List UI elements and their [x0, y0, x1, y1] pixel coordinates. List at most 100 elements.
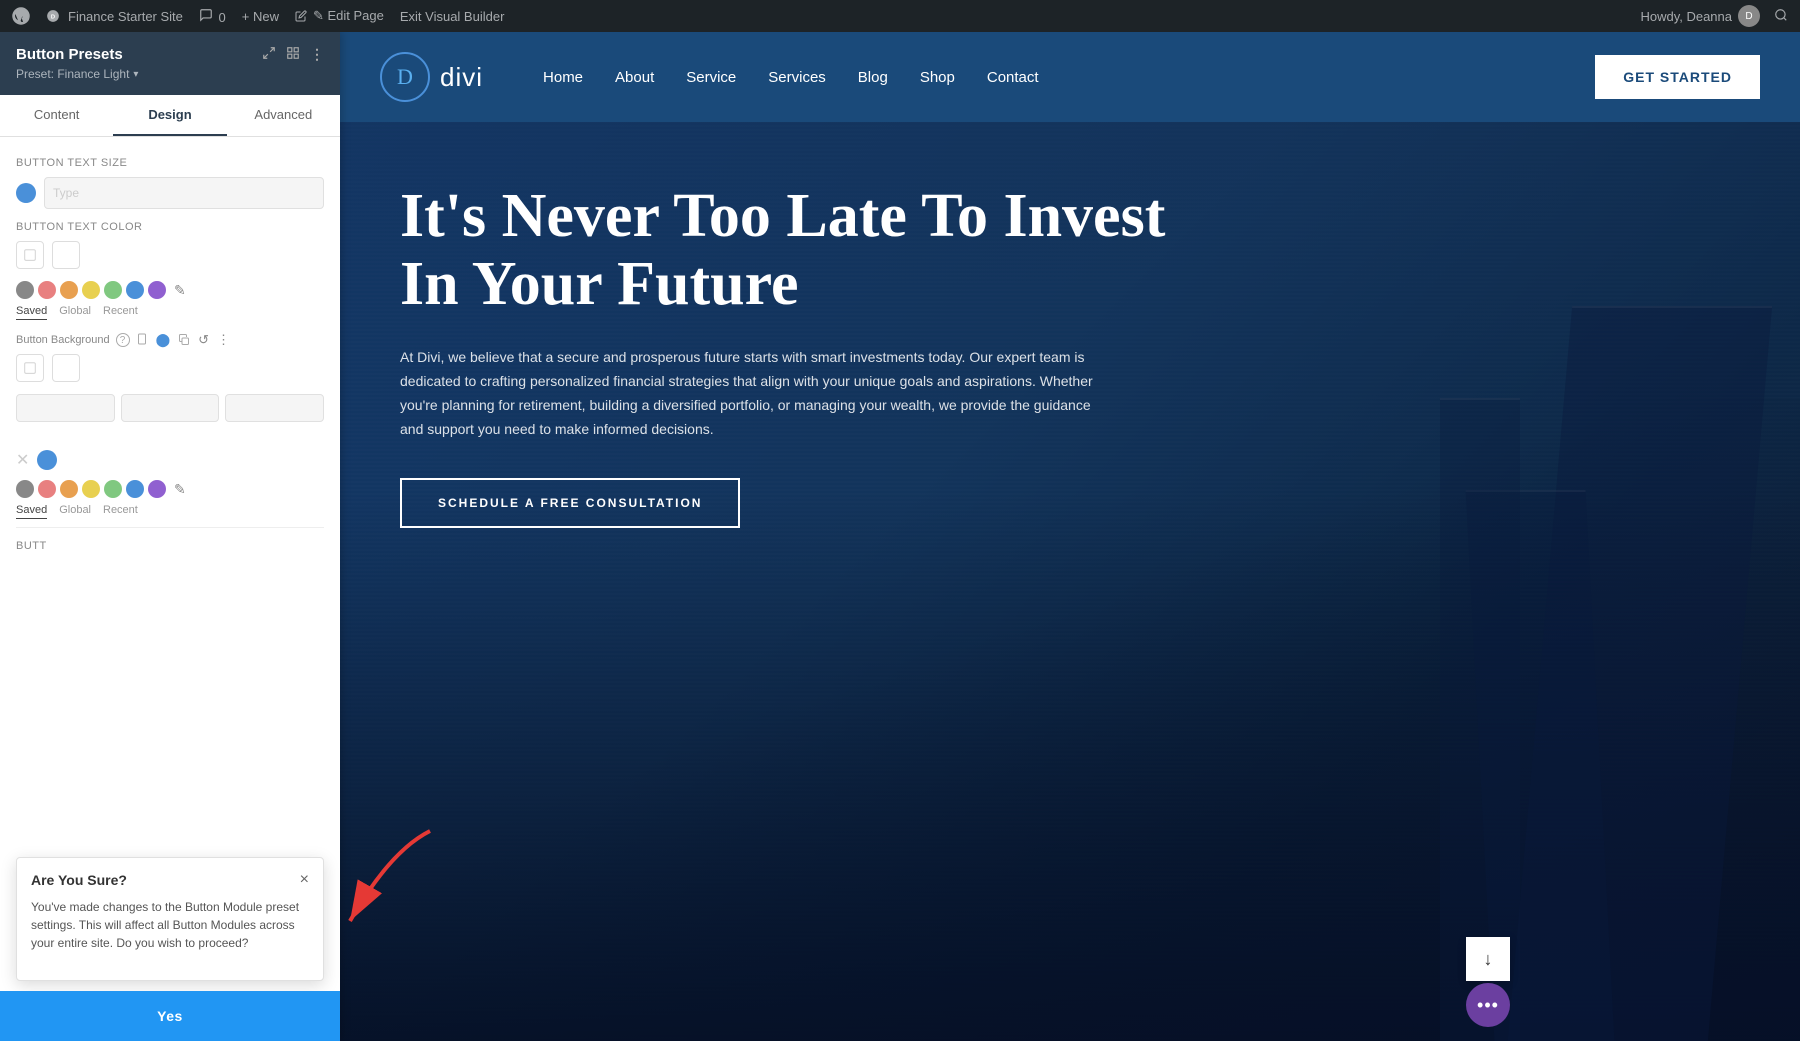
- admin-search-icon[interactable]: [1774, 8, 1788, 25]
- bg-triple-inputs: [16, 394, 324, 422]
- admin-bar: D Finance Starter Site 0 + New ✎ Edit Pa…: [0, 0, 1800, 32]
- swatch-red[interactable]: [38, 281, 56, 299]
- exit-builder-button[interactable]: Exit Visual Builder: [400, 9, 505, 24]
- site-logo: D divi: [380, 52, 483, 102]
- icon-btn-row: ✕: [16, 450, 324, 470]
- svg-text:D: D: [51, 14, 55, 20]
- pencil-icon-2[interactable]: ✎: [174, 481, 186, 498]
- swatch2-tab-global[interactable]: Global: [59, 504, 91, 519]
- nav-shop[interactable]: Shop: [920, 69, 955, 86]
- logo-circle: D: [380, 52, 430, 102]
- swatch-blue[interactable]: [126, 281, 144, 299]
- swatch-tabs-1: Saved Global Recent: [16, 305, 324, 320]
- swatch2-yellow[interactable]: [82, 480, 100, 498]
- panel-tabs: Content Design Advanced: [0, 95, 340, 137]
- bg-color-preview[interactable]: [16, 354, 44, 382]
- panel-subtitle[interactable]: Preset: Finance Light ▾: [16, 67, 324, 81]
- btn-label-row: Butt: [16, 527, 324, 568]
- bg-input-2[interactable]: [121, 394, 220, 422]
- button-bg-section-label: Button Background ? ⬤ ↺ ⋮: [16, 332, 324, 348]
- right-content: D divi Home About Service Services Blog …: [340, 32, 1800, 1041]
- chevron-down-icon: ▾: [133, 69, 138, 80]
- nav-service[interactable]: Service: [686, 69, 736, 86]
- text-color-preview[interactable]: [16, 241, 44, 269]
- more-options-icon[interactable]: ⋮: [310, 46, 324, 63]
- swatch-tabs-2: Saved Global Recent: [16, 504, 324, 519]
- confirm-dialog-close[interactable]: ×: [300, 872, 309, 888]
- tab-content[interactable]: Content: [0, 95, 113, 136]
- bg-input-3[interactable]: [225, 394, 324, 422]
- swatch2-orange[interactable]: [60, 480, 78, 498]
- panel-title-icons: ⋮: [262, 46, 324, 63]
- swatch2-tab-saved[interactable]: Saved: [16, 504, 47, 519]
- text-size-input[interactable]: Type: [44, 177, 324, 209]
- bg-reset-icon[interactable]: ↺: [198, 332, 209, 348]
- tab-advanced[interactable]: Advanced: [227, 95, 340, 136]
- confirm-dialog: Are You Sure? × You've made changes to t…: [16, 857, 324, 981]
- hero-title: It's Never Too Late To Invest In Your Fu…: [400, 182, 1180, 318]
- bg-color-row: [16, 354, 324, 382]
- help-icon[interactable]: ?: [116, 333, 130, 347]
- bg-circle-icon[interactable]: ⬤: [156, 332, 171, 348]
- down-arrow-icon: ↓: [1484, 949, 1493, 970]
- get-started-button[interactable]: GET STARTED: [1595, 55, 1760, 99]
- swatch2-gray[interactable]: [16, 480, 34, 498]
- edit-page-button[interactable]: ✎ Edit Page: [295, 8, 384, 24]
- user-menu[interactable]: Howdy, Deanna D: [1640, 5, 1788, 27]
- bg-more-icon[interactable]: ⋮: [217, 332, 230, 348]
- color-indicator[interactable]: [37, 450, 57, 470]
- swatch2-red[interactable]: [38, 480, 56, 498]
- site-nav: Home About Service Services Blog Shop Co…: [543, 69, 1595, 86]
- swatch-gray[interactable]: [16, 281, 34, 299]
- bg-input-1[interactable]: [16, 394, 115, 422]
- hero-cta-button[interactable]: SCHEDULE A FREE CONSULTATION: [400, 478, 740, 528]
- hero-section: It's Never Too Late To Invest In Your Fu…: [340, 122, 1800, 1041]
- swatch2-blue[interactable]: [126, 480, 144, 498]
- comments-button[interactable]: 0: [199, 8, 226, 25]
- confirm-dialog-title: Are You Sure?: [31, 872, 127, 888]
- logo-text: divi: [440, 62, 483, 93]
- new-button[interactable]: + New: [242, 9, 279, 24]
- bg-icons: ⬤ ↺ ⋮: [136, 332, 230, 348]
- swatch-purple[interactable]: [148, 281, 166, 299]
- bg-color-preview-2[interactable]: [52, 354, 80, 382]
- fullscreen-icon[interactable]: [262, 46, 276, 63]
- down-arrow-button[interactable]: ↓: [1466, 937, 1510, 981]
- swatch-yellow[interactable]: [82, 281, 100, 299]
- pencil-icon[interactable]: ✎: [174, 282, 186, 299]
- bg-responsive-icon[interactable]: [136, 333, 148, 348]
- text-color-preview-2[interactable]: [52, 241, 80, 269]
- nav-about[interactable]: About: [615, 69, 654, 86]
- site-name[interactable]: D Finance Starter Site: [46, 9, 183, 24]
- x-cancel-icon[interactable]: ✕: [16, 450, 29, 470]
- panel-header: Button Presets ⋮ Preset: Finance Light ▾: [0, 32, 340, 95]
- swatch-tab-global[interactable]: Global: [59, 305, 91, 320]
- swatch-orange[interactable]: [60, 281, 78, 299]
- nav-services[interactable]: Services: [768, 69, 826, 86]
- hero-description: At Divi, we believe that a secure and pr…: [400, 346, 1100, 441]
- nav-contact[interactable]: Contact: [987, 69, 1039, 86]
- button-text-size-label: Button Text Size: [16, 157, 324, 169]
- bg-copy-icon[interactable]: [178, 333, 190, 348]
- confirm-dialog-text: You've made changes to the Button Module…: [31, 898, 309, 952]
- swatch-tab-saved[interactable]: Saved: [16, 305, 47, 320]
- swatch2-green[interactable]: [104, 480, 122, 498]
- text-size-toggle[interactable]: [16, 183, 36, 203]
- yes-button[interactable]: Yes: [0, 991, 340, 1041]
- yes-button-label: Yes: [157, 1008, 183, 1024]
- nav-home[interactable]: Home: [543, 69, 583, 86]
- button-text-size-row: Type: [16, 177, 324, 209]
- purple-dots-button[interactable]: •••: [1466, 983, 1510, 1027]
- dots-icon: •••: [1477, 995, 1499, 1016]
- tab-design[interactable]: Design: [113, 95, 226, 136]
- button-text-color-label: Button Text Color: [16, 221, 324, 233]
- wp-logo-icon[interactable]: [12, 7, 30, 25]
- swatch2-purple[interactable]: [148, 480, 166, 498]
- nav-blog[interactable]: Blog: [858, 69, 888, 86]
- grid-icon[interactable]: [286, 46, 300, 63]
- swatch-row-bottom: ✎: [16, 480, 324, 498]
- swatch2-tab-recent[interactable]: Recent: [103, 504, 138, 519]
- swatch-green[interactable]: [104, 281, 122, 299]
- swatch-tab-recent[interactable]: Recent: [103, 305, 138, 320]
- button-text-color-row: [16, 241, 324, 269]
